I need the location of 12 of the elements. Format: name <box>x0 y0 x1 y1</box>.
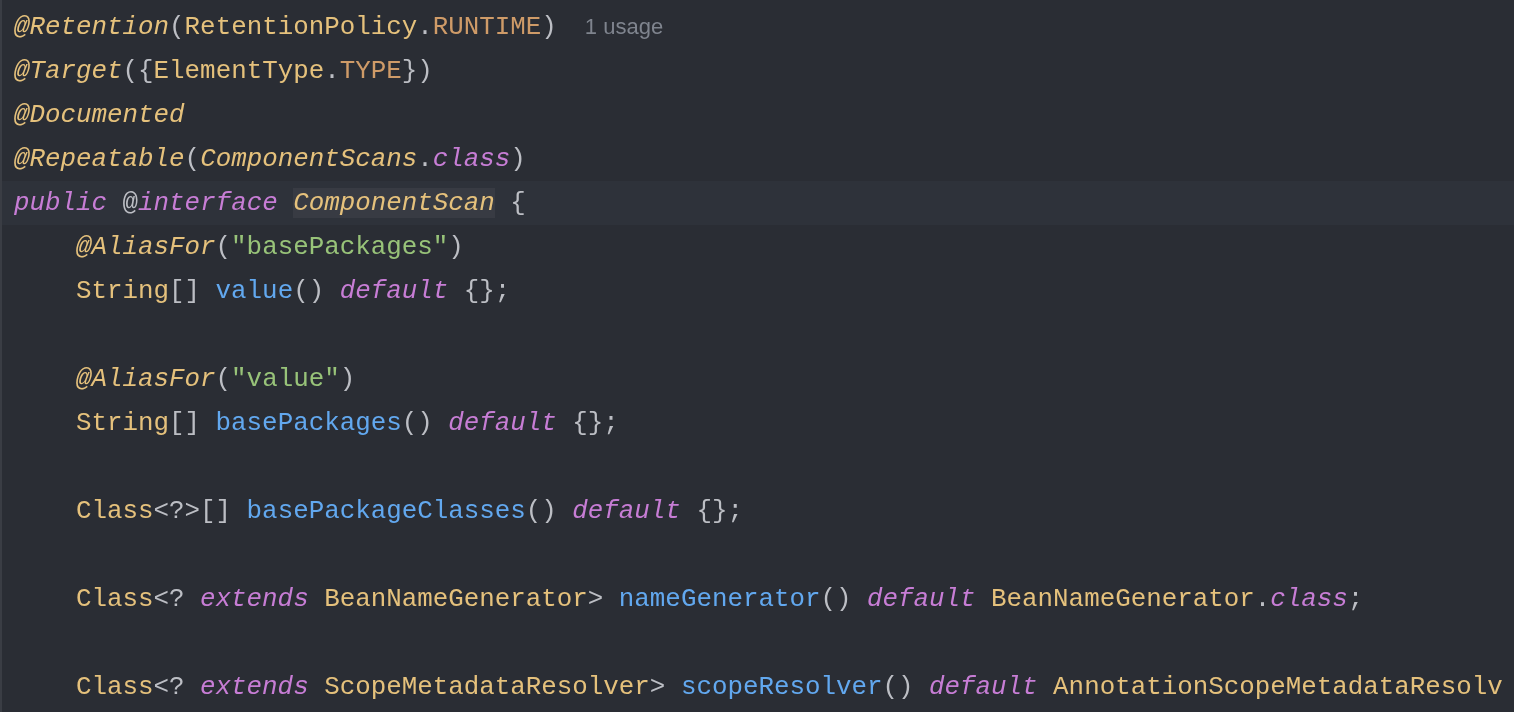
code-line: @Target({ElementType.TYPE}) <box>14 55 433 88</box>
code-line: Class<? extends ScopeMetadataResolver> scopeResolver() default AnnotationScopeMetadataResolv <box>76 671 1503 704</box>
code-line: @AliasFor("basePackages") <box>76 231 464 264</box>
usage-hint[interactable]: 1 usage <box>584 14 664 40</box>
code-line: Class<?>[] basePackageClasses() default {}; <box>76 495 743 528</box>
code-line: @Retention(RetentionPolicy.RUNTIME) <box>14 11 557 44</box>
code-line: String[] basePackages() default {}; <box>76 407 619 440</box>
code-line: Class<? extends BeanNameGenerator> nameGenerator() default BeanNameGenerator.class; <box>76 583 1364 616</box>
code-line: @Documented <box>14 99 185 132</box>
code-line: String[] value() default {}; <box>76 275 511 308</box>
code-line: @AliasFor("value") <box>76 363 356 396</box>
code-line: @Repeatable(ComponentScans.class) <box>14 143 526 176</box>
